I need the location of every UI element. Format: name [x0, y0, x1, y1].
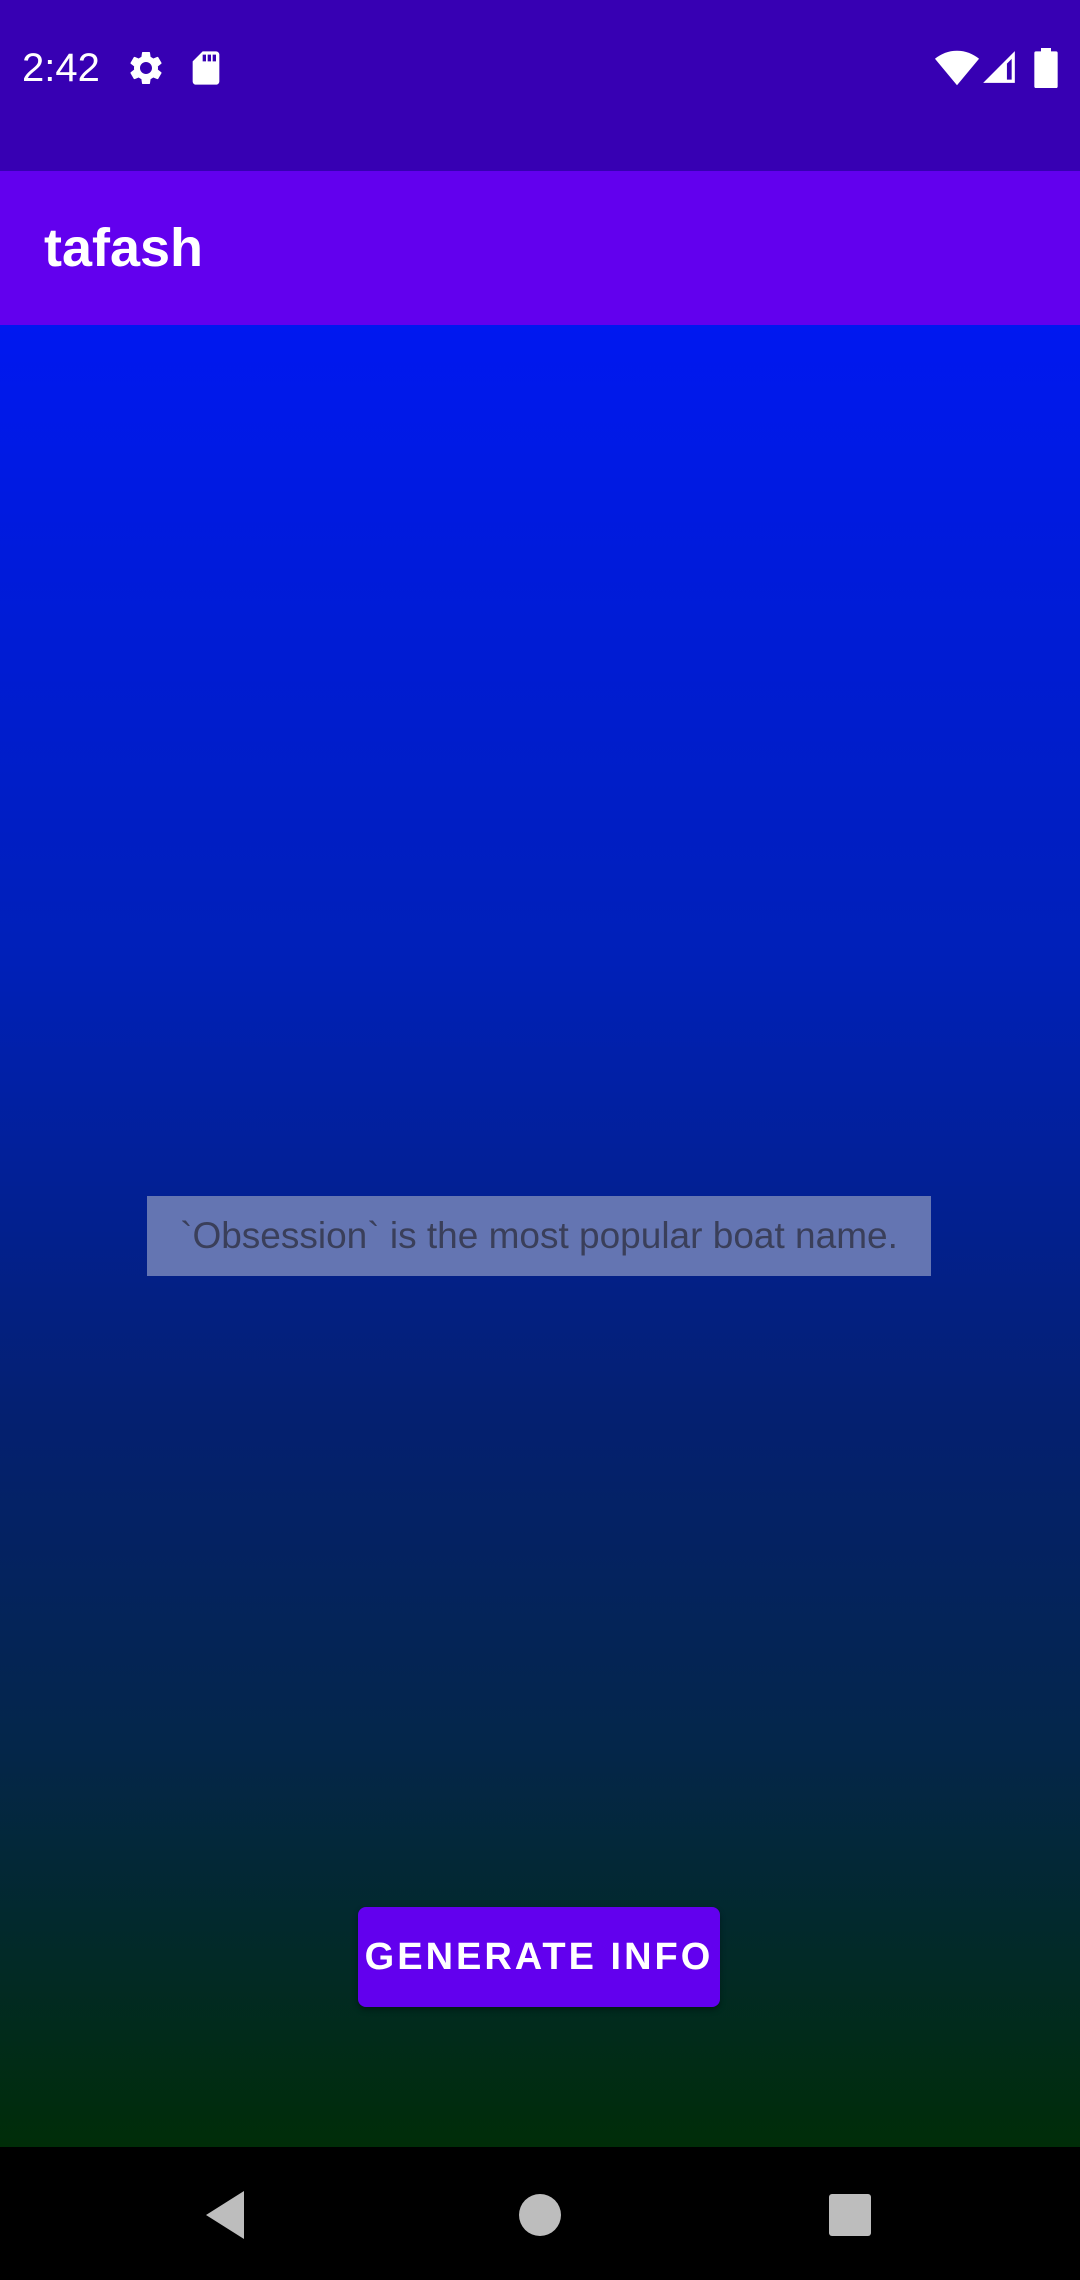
recents-icon[interactable]	[818, 2183, 882, 2247]
sd-card-icon	[186, 48, 226, 88]
battery-icon	[1032, 48, 1060, 88]
fact-text: `Obsession` is the most popular boat nam…	[180, 1215, 898, 1256]
fact-box: `Obsession` is the most popular boat nam…	[147, 1196, 931, 1276]
screen: 2:42 tafash `Obsession` is the most popu…	[0, 0, 1080, 2280]
status-bar: 2:42	[0, 0, 1080, 171]
cell-signal-icon	[980, 48, 1018, 86]
status-time: 2:42	[22, 46, 100, 90]
wifi-icon	[934, 45, 980, 91]
settings-icon	[126, 48, 166, 88]
back-icon[interactable]	[194, 2183, 258, 2247]
app-bar: tafash	[0, 171, 1080, 325]
app-title: tafash	[44, 218, 204, 278]
generate-info-button[interactable]: GENERATE INFO	[358, 1907, 720, 2007]
home-icon[interactable]	[508, 2183, 572, 2247]
main-content: `Obsession` is the most popular boat nam…	[0, 325, 1080, 2147]
nav-bar	[0, 2147, 1080, 2280]
